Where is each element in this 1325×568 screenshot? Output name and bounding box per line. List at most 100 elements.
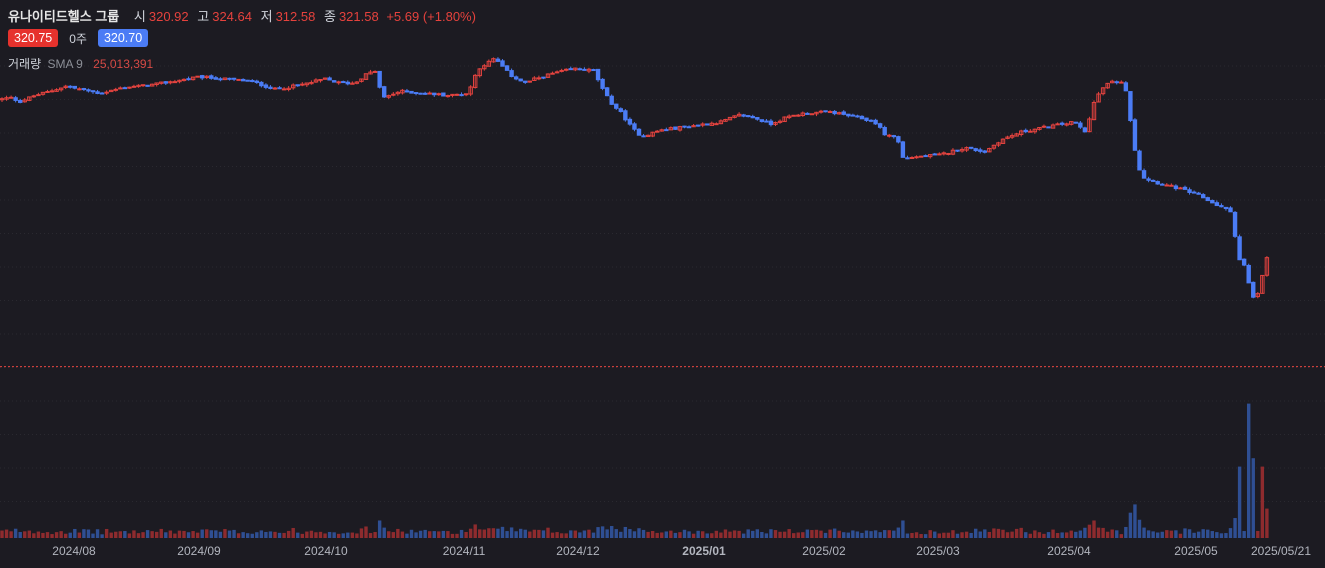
- volume-bar: [387, 531, 391, 538]
- volume-bar: [782, 531, 787, 538]
- volume-bar: [964, 531, 969, 538]
- candle-body: [1137, 150, 1142, 171]
- volume-bar: [701, 531, 705, 538]
- volume-bar: [1042, 533, 1046, 538]
- volume-bar: [173, 533, 177, 538]
- volume-bar: [64, 533, 68, 538]
- bid-price-badge[interactable]: 320.70: [97, 29, 149, 47]
- volume-bar: [441, 530, 446, 538]
- candle-body: [923, 155, 928, 158]
- candle-body: [746, 115, 751, 118]
- volume-bar: [955, 533, 960, 538]
- candle-body: [1219, 205, 1224, 208]
- volume-bar: [637, 528, 641, 538]
- candle-body: [227, 77, 232, 80]
- volume-bar: [496, 528, 500, 538]
- volume-bar: [992, 528, 996, 538]
- candle-body: [714, 123, 719, 126]
- candle-body: [99, 92, 105, 95]
- volume-bar: [250, 533, 254, 538]
- volume-bar: [942, 532, 946, 538]
- candle-body: [900, 141, 906, 158]
- volume-bar: [45, 532, 50, 538]
- candle-body: [855, 115, 860, 118]
- volume-bar: [705, 533, 709, 538]
- volume-bar: [1256, 530, 1260, 538]
- volume-bar: [1005, 532, 1010, 538]
- candle-body: [1228, 207, 1233, 213]
- candle-body: [882, 127, 887, 136]
- candle-body: [682, 125, 687, 128]
- volume-bar: [418, 530, 423, 538]
- volume-bar: [764, 533, 769, 538]
- volume-bar: [282, 532, 286, 538]
- volume-bar: [155, 531, 159, 538]
- candle-body: [90, 90, 96, 93]
- candle-body: [131, 85, 137, 88]
- candle-body: [968, 146, 974, 149]
- volume-bar: [487, 528, 491, 538]
- volume-bar: [491, 528, 496, 538]
- candle-body: [495, 58, 501, 62]
- volume-bar: [218, 531, 223, 538]
- candle-body: [1246, 264, 1251, 284]
- candle-body: [768, 120, 774, 126]
- volume-bar: [896, 527, 901, 538]
- volume-bar: [928, 530, 932, 538]
- volume-bar: [741, 533, 746, 538]
- candle-body: [973, 148, 978, 152]
- volume-bar: [391, 532, 395, 538]
- candle-body: [1082, 127, 1088, 133]
- volume-bar: [910, 532, 914, 538]
- volume-bar: [1124, 526, 1128, 538]
- candle-body: [377, 70, 382, 88]
- volume-bar: [268, 531, 273, 538]
- volume-bar: [728, 531, 732, 538]
- volume-bar: [1242, 531, 1246, 538]
- volume-bar: [974, 528, 978, 538]
- price-chart[interactable]: 2024/08 2024/09 2024/10 2024/11 2024/12 2025/…: [0, 0, 1325, 568]
- candle-body: [509, 70, 514, 78]
- volume-bar: [1087, 524, 1092, 538]
- candle-body: [31, 95, 37, 98]
- volume-bar: [687, 531, 691, 538]
- volume-bar: [660, 532, 664, 538]
- volume-bar: [528, 531, 532, 538]
- candle-body: [582, 68, 587, 71]
- volume-bar: [696, 530, 700, 538]
- candle-body: [1201, 194, 1206, 199]
- x-tick-label: 2025/03: [916, 544, 960, 558]
- candle-body: [577, 68, 583, 71]
- change-value: +5.69 (+1.80%): [386, 9, 476, 24]
- symbol-name[interactable]: 유나이티드헬스 그룹: [8, 9, 119, 24]
- candle-body: [240, 78, 246, 82]
- volume-bar: [396, 528, 400, 538]
- volume-bar: [355, 533, 359, 538]
- volume-bar: [596, 527, 600, 538]
- volume-bar: [1224, 533, 1228, 538]
- candle-body: [218, 78, 223, 81]
- volume-bar: [168, 530, 173, 538]
- volume-bar: [905, 533, 910, 538]
- candle-body: [1223, 206, 1229, 210]
- candle-body: [404, 90, 410, 93]
- candle-body: [664, 129, 669, 132]
- x-tick-label: 2025/01: [682, 544, 726, 558]
- volume-bar: [1183, 528, 1187, 538]
- volume-bar: [682, 529, 687, 538]
- candlesticks: [0, 57, 1270, 299]
- volume-bar: [264, 531, 268, 538]
- volume-bar: [136, 533, 141, 538]
- volume-bar: [1119, 534, 1123, 538]
- candle-body: [846, 113, 851, 117]
- x-tick-label: 2025/04: [1047, 544, 1091, 558]
- volume-bar: [873, 530, 878, 538]
- volume-bar: [1019, 527, 1023, 538]
- volume-bar: [1101, 527, 1105, 538]
- candle-body: [8, 96, 14, 99]
- ask-price-badge[interactable]: 320.75: [8, 29, 59, 47]
- volume-bar: [983, 529, 987, 538]
- volume-bar: [1092, 520, 1096, 538]
- close-value: 321.58: [338, 9, 379, 24]
- volume-bar: [54, 532, 59, 538]
